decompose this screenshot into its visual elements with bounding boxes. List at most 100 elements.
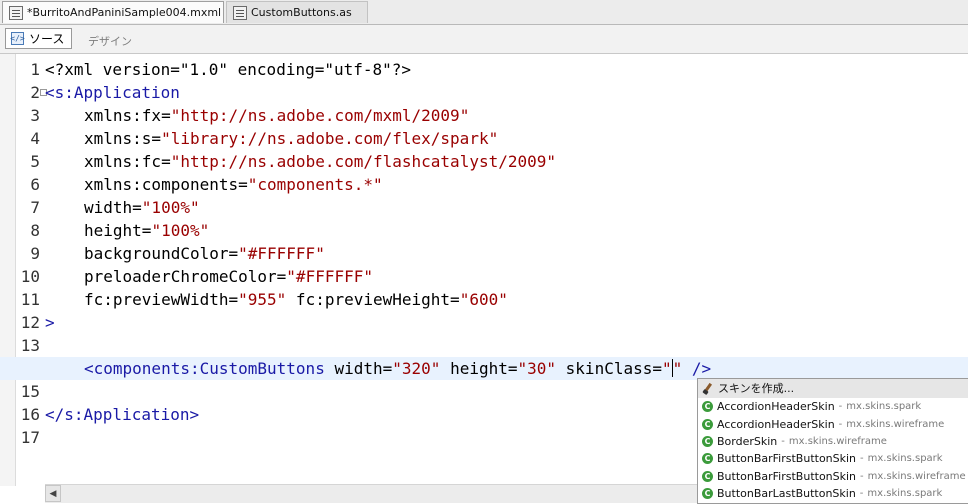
attr-value-close-quote: "	[672, 359, 683, 378]
class-icon: C	[702, 418, 713, 430]
assist-item[interactable]: C ButtonBarLastButtonSkin - mx.skins.spa…	[698, 485, 968, 502]
attr-name: width=	[324, 359, 393, 378]
assist-separator: -	[781, 435, 785, 447]
assist-package: mx.skins.wireframe	[788, 435, 887, 447]
assist-class-name: BorderSkin	[717, 434, 778, 448]
code-line: <?xml version="1.0" encoding="utf-8"?>	[45, 58, 968, 81]
attr-value: "#FFFFFF"	[286, 267, 373, 286]
code-line: xmlns:s="library://ns.adobe.com/flex/spa…	[45, 127, 968, 150]
attr-name: height=	[84, 221, 152, 240]
line-number: 7	[30, 198, 40, 217]
assist-item[interactable]: C ButtonBarFirstButtonSkin - mx.skins.sp…	[698, 450, 968, 467]
assist-class-name: ButtonBarLastButtonSkin	[717, 487, 856, 501]
attr-name: backgroundColor=	[84, 244, 239, 263]
line-number: 2	[15, 81, 47, 104]
assist-class-name: AccordionHeaderSkin	[717, 400, 835, 414]
code-line: >	[45, 311, 968, 334]
class-icon: C	[702, 435, 713, 447]
attr-name: fc:previewWidth=	[84, 290, 239, 309]
assist-package: mx.skins.spark	[867, 453, 943, 465]
assist-package: mx.skins.wireframe	[846, 418, 945, 430]
class-icon: C	[702, 453, 713, 465]
assist-class-name: ButtonBarFirstButtonSkin	[717, 469, 857, 483]
code-line: preloaderChromeColor="#FFFFFF"	[45, 265, 968, 288]
line-number: 11	[20, 290, 40, 309]
assist-item[interactable]: C AccordionHeaderSkin - mx.skins.spark	[698, 398, 968, 415]
line-number-gutter: 1 2 3 4 5 6 7 8 9 10 11 12 13 14 15 16 1…	[15, 58, 47, 449]
attr-name: fc:previewHeight=	[286, 290, 460, 309]
assist-item[interactable]: C BorderSkin - mx.skins.wireframe	[698, 433, 968, 450]
tag-close-bracket: >	[45, 313, 55, 332]
attr-name: xmlns:s=	[84, 129, 162, 148]
code-line: xmlns:components="components.*"	[45, 173, 968, 196]
code-line: height="100%"	[45, 219, 968, 242]
line-number: 9	[30, 244, 40, 263]
code-line: fc:previewWidth="955" fc:previewHeight="…	[45, 288, 968, 311]
line-number: 17	[20, 428, 40, 447]
tag-open: <s:Application	[45, 83, 180, 102]
assist-separator: -	[860, 470, 864, 482]
attr-value: "600"	[459, 290, 508, 309]
attr-name: xmlns:fx=	[84, 106, 171, 125]
attr-name: skinClass=	[556, 359, 662, 378]
assist-create-skin[interactable]: スキンを作成...	[698, 379, 968, 398]
assist-separator: -	[838, 418, 843, 430]
attr-value: "100%"	[151, 221, 210, 240]
scroll-left-icon[interactable]: ◀	[45, 485, 61, 502]
source-mode-label: ソース	[29, 32, 65, 46]
annotation-ruler	[0, 54, 16, 486]
class-icon: C	[702, 488, 713, 500]
attr-name: height=	[440, 359, 518, 378]
code-line: xmlns:fx="http://ns.adobe.com/mxml/2009"	[45, 104, 968, 127]
brush-icon	[702, 383, 714, 395]
attr-value: "#FFFFFF"	[238, 244, 325, 263]
line-number: 12	[20, 313, 40, 332]
assist-separator: -	[859, 488, 864, 500]
current-code-line: <components:CustomButtons width="320" he…	[0, 357, 968, 380]
assist-item[interactable]: C ButtonBarFirstButtonSkin - mx.skins.wi…	[698, 468, 968, 485]
line-number: 8	[30, 221, 40, 240]
code-line: width="100%"	[45, 196, 968, 219]
attr-name: width=	[84, 198, 142, 217]
assist-item[interactable]: C AccordionHeaderSkin - mx.skins.wirefra…	[698, 415, 968, 432]
xml-declaration: <?xml version="1.0" encoding="utf-8"?>	[45, 60, 412, 79]
tab-burrito-mxml[interactable]: *BurritoAndPaniniSample004.mxml ✕	[2, 1, 234, 23]
attr-value: "components.*"	[247, 175, 383, 194]
line-number: 10	[20, 267, 40, 286]
line-number: 1	[30, 60, 40, 79]
attr-name: xmlns:fc=	[84, 152, 171, 171]
code-line: backgroundColor="#FFFFFF"	[45, 242, 968, 265]
assist-class-name: AccordionHeaderSkin	[717, 417, 835, 431]
editor-tab-strip: *BurritoAndPaniniSample004.mxml ✕ Custom…	[0, 0, 968, 25]
line-number: 3	[30, 106, 40, 125]
line-number: 5	[30, 152, 40, 171]
assist-separator: -	[860, 453, 864, 465]
attr-value: "30"	[517, 359, 557, 378]
code-line: xmlns:fc="http://ns.adobe.com/flashcatal…	[45, 150, 968, 173]
attr-value: "http://ns.adobe.com/flashcatalyst/2009"	[170, 152, 557, 171]
attr-value: "955"	[238, 290, 287, 309]
tab-custombuttons-as[interactable]: CustomButtons.as	[226, 1, 368, 23]
design-mode-button[interactable]: デザイン	[88, 33, 132, 49]
line-number: 4	[30, 129, 40, 148]
tab-label: CustomButtons.as	[251, 6, 352, 19]
tag-open: <components:CustomButtons	[84, 359, 325, 378]
tag-close: </s:Application>	[45, 405, 200, 424]
assist-separator: -	[838, 401, 843, 413]
line-number: 16	[20, 405, 40, 424]
attr-value: "library://ns.adobe.com/flex/spark"	[161, 129, 499, 148]
assist-package: mx.skins.spark	[867, 488, 943, 500]
source-mode-button[interactable]: </> ソース	[5, 28, 73, 49]
code-line: <s:Application	[45, 81, 968, 104]
mxml-file-icon	[9, 5, 23, 20]
tab-label: *BurritoAndPaniniSample004.mxml	[27, 6, 222, 19]
as-file-icon	[233, 5, 247, 20]
attr-value: "http://ns.adobe.com/mxml/2009"	[170, 106, 470, 125]
assist-label: スキンを作成...	[718, 382, 795, 395]
attr-name: xmlns:components=	[84, 175, 248, 194]
content-assist-popup[interactable]: スキンを作成... C AccordionHeaderSkin - mx.ski…	[697, 378, 968, 504]
assist-package: mx.skins.wireframe	[867, 470, 966, 482]
attr-value-open-quote: "	[662, 359, 672, 378]
line-number: 15	[20, 382, 40, 401]
